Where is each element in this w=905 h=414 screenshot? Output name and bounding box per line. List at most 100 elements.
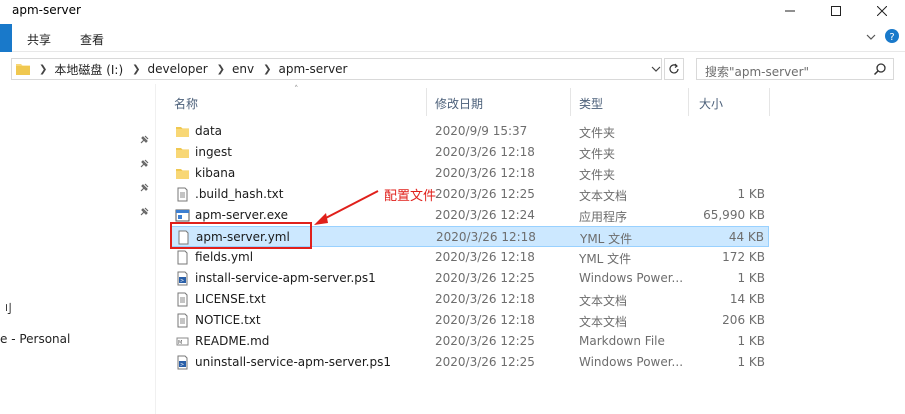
column-type[interactable]: 类型 <box>579 95 603 112</box>
column-size[interactable]: 大小 <box>699 95 723 112</box>
breadcrumb-separator[interactable]: ❯ <box>132 64 140 75</box>
file-modified-date: 2020/9/9 15:37 <box>435 124 528 138</box>
close-icon <box>877 6 887 16</box>
tab-view[interactable]: 查看 <box>80 31 104 48</box>
file-modified-date: 2020/3/26 12:18 <box>435 145 535 159</box>
blank-file-icon <box>175 250 190 265</box>
file-size: 65,990 KB <box>703 208 765 222</box>
column-divider[interactable] <box>688 88 689 116</box>
pin-icon[interactable] <box>138 158 150 170</box>
powershell-file-icon: > <box>175 355 190 370</box>
annotation-label: 配置文件 <box>384 189 437 204</box>
file-modified-date: 2020/3/26 12:18 <box>435 250 535 264</box>
column-divider[interactable] <box>426 88 427 116</box>
text-file-icon <box>175 187 190 202</box>
file-row[interactable]: .build_hash.txt 2020/3/26 12:25 文本文档 1 KB <box>170 184 769 205</box>
file-row[interactable]: > uninstall-service-apm-server.ps1 2020/3/… <box>170 352 769 373</box>
close-button[interactable] <box>859 0 905 22</box>
maximize-icon <box>831 6 841 16</box>
ribbon-file-tab[interactable] <box>0 24 12 52</box>
nav-item-onedrive-personal[interactable]: e - Personal <box>0 332 70 346</box>
refresh-button[interactable] <box>664 58 684 80</box>
pin-icon[interactable] <box>138 206 150 218</box>
breadcrumb-env[interactable]: env <box>232 62 254 76</box>
file-size: 1 KB <box>737 271 765 285</box>
file-size: 172 KB <box>722 250 765 264</box>
file-type: Windows Power... <box>579 271 684 285</box>
file-name: README.md <box>195 334 270 348</box>
tab-share[interactable]: 共享 <box>27 31 51 48</box>
sort-ascending-icon: ˄ <box>294 85 299 95</box>
file-row[interactable]: NOTICE.txt 2020/3/26 12:18 文本文档 206 KB <box>170 310 769 331</box>
text-file-icon <box>175 292 190 307</box>
svg-text:?: ? <box>889 32 894 43</box>
folder-icon <box>175 124 190 139</box>
chevron-down-icon <box>866 34 876 40</box>
pane-divider[interactable] <box>155 84 156 414</box>
column-divider[interactable] <box>769 88 770 116</box>
file-name: ingest <box>195 145 232 159</box>
file-row[interactable]: kibana 2020/3/26 12:18 文件夹 <box>170 163 769 184</box>
file-row[interactable]: M README.md 2020/3/26 12:25 Markdown File 1 … <box>170 331 769 352</box>
file-modified-date: 2020/3/26 12:18 <box>435 166 535 180</box>
chevron-down-icon <box>651 66 661 72</box>
pin-icon[interactable] <box>138 134 150 146</box>
file-type: YML 文件 <box>580 232 633 246</box>
breadcrumb-separator[interactable]: ❯ <box>39 64 47 75</box>
breadcrumb-separator[interactable]: ❯ <box>263 64 271 75</box>
search-box[interactable]: 搜索"apm-server" <box>696 58 894 80</box>
breadcrumb-local-disk[interactable]: 本地磁盘 (I:) <box>54 61 123 78</box>
file-modified-date: 2020/3/26 12:24 <box>435 208 535 222</box>
file-row[interactable]: ingest 2020/3/26 12:18 文件夹 <box>170 142 769 163</box>
address-bar[interactable]: ❯ 本地磁盘 (I:) ❯ developer ❯ env ❯ apm-serv… <box>11 58 662 80</box>
file-name: fields.yml <box>195 250 254 264</box>
column-date[interactable]: 修改日期 <box>435 95 483 112</box>
file-name: uninstall-service-apm-server.ps1 <box>195 355 391 369</box>
column-divider[interactable] <box>570 88 571 116</box>
minimize-icon <box>785 10 795 12</box>
file-type: Windows Power... <box>579 355 684 369</box>
minimize-button[interactable] <box>767 0 813 22</box>
navigation-pane: 刂 e - Personal <box>0 86 160 414</box>
column-name[interactable]: 名称 <box>174 95 198 112</box>
file-row[interactable]: > install-service-apm-server.ps1 2020/3/26… <box>170 268 769 289</box>
file-type: 文本文档 <box>579 315 628 329</box>
file-type: 文件夹 <box>579 147 616 161</box>
folder-icon <box>175 166 190 181</box>
file-size: 14 KB <box>729 292 765 306</box>
file-name: LICENSE.txt <box>195 292 266 306</box>
file-modified-date: 2020/3/26 12:18 <box>435 313 535 327</box>
file-modified-date: 2020/3/26 12:25 <box>435 271 535 285</box>
file-type: 应用程序 <box>579 210 628 224</box>
breadcrumb-apm-server[interactable]: apm-server <box>279 62 348 76</box>
breadcrumb-developer[interactable]: developer <box>148 62 208 76</box>
file-name: data <box>195 124 223 138</box>
file-size: 44 KB <box>728 230 764 244</box>
window-title: apm-server <box>12 3 81 17</box>
nav-item-fragment[interactable]: 刂 <box>0 300 12 317</box>
breadcrumb-separator[interactable]: ❯ <box>217 64 225 75</box>
file-row[interactable]: LICENSE.txt 2020/3/26 12:18 文本文档 14 KB <box>170 289 769 310</box>
svg-text:>: > <box>180 278 184 284</box>
file-type: 文件夹 <box>579 126 616 140</box>
help-icon: ? <box>885 29 899 43</box>
search-icon[interactable] <box>873 62 887 76</box>
file-modified-date: 2020/3/26 12:25 <box>435 355 535 369</box>
file-size: 1 KB <box>737 187 765 201</box>
ribbon-expand-button[interactable] <box>862 28 880 46</box>
help-button[interactable]: ? <box>884 28 902 46</box>
file-row[interactable]: data 2020/9/9 15:37 文件夹 <box>170 121 769 142</box>
folder-icon <box>175 145 190 160</box>
maximize-button[interactable] <box>813 0 859 22</box>
pin-icon[interactable] <box>138 182 150 194</box>
file-modified-date: 2020/3/26 12:25 <box>435 334 535 348</box>
file-name: NOTICE.txt <box>195 313 261 327</box>
refresh-icon <box>669 63 679 74</box>
file-size: 1 KB <box>737 355 765 369</box>
file-type: YML 文件 <box>579 252 632 266</box>
highlight-box <box>170 222 312 249</box>
folder-icon <box>16 64 30 75</box>
file-row[interactable]: fields.yml 2020/3/26 12:18 YML 文件 172 KB <box>170 247 769 268</box>
address-history-dropdown[interactable] <box>648 58 664 80</box>
file-type: Markdown File <box>579 334 665 348</box>
